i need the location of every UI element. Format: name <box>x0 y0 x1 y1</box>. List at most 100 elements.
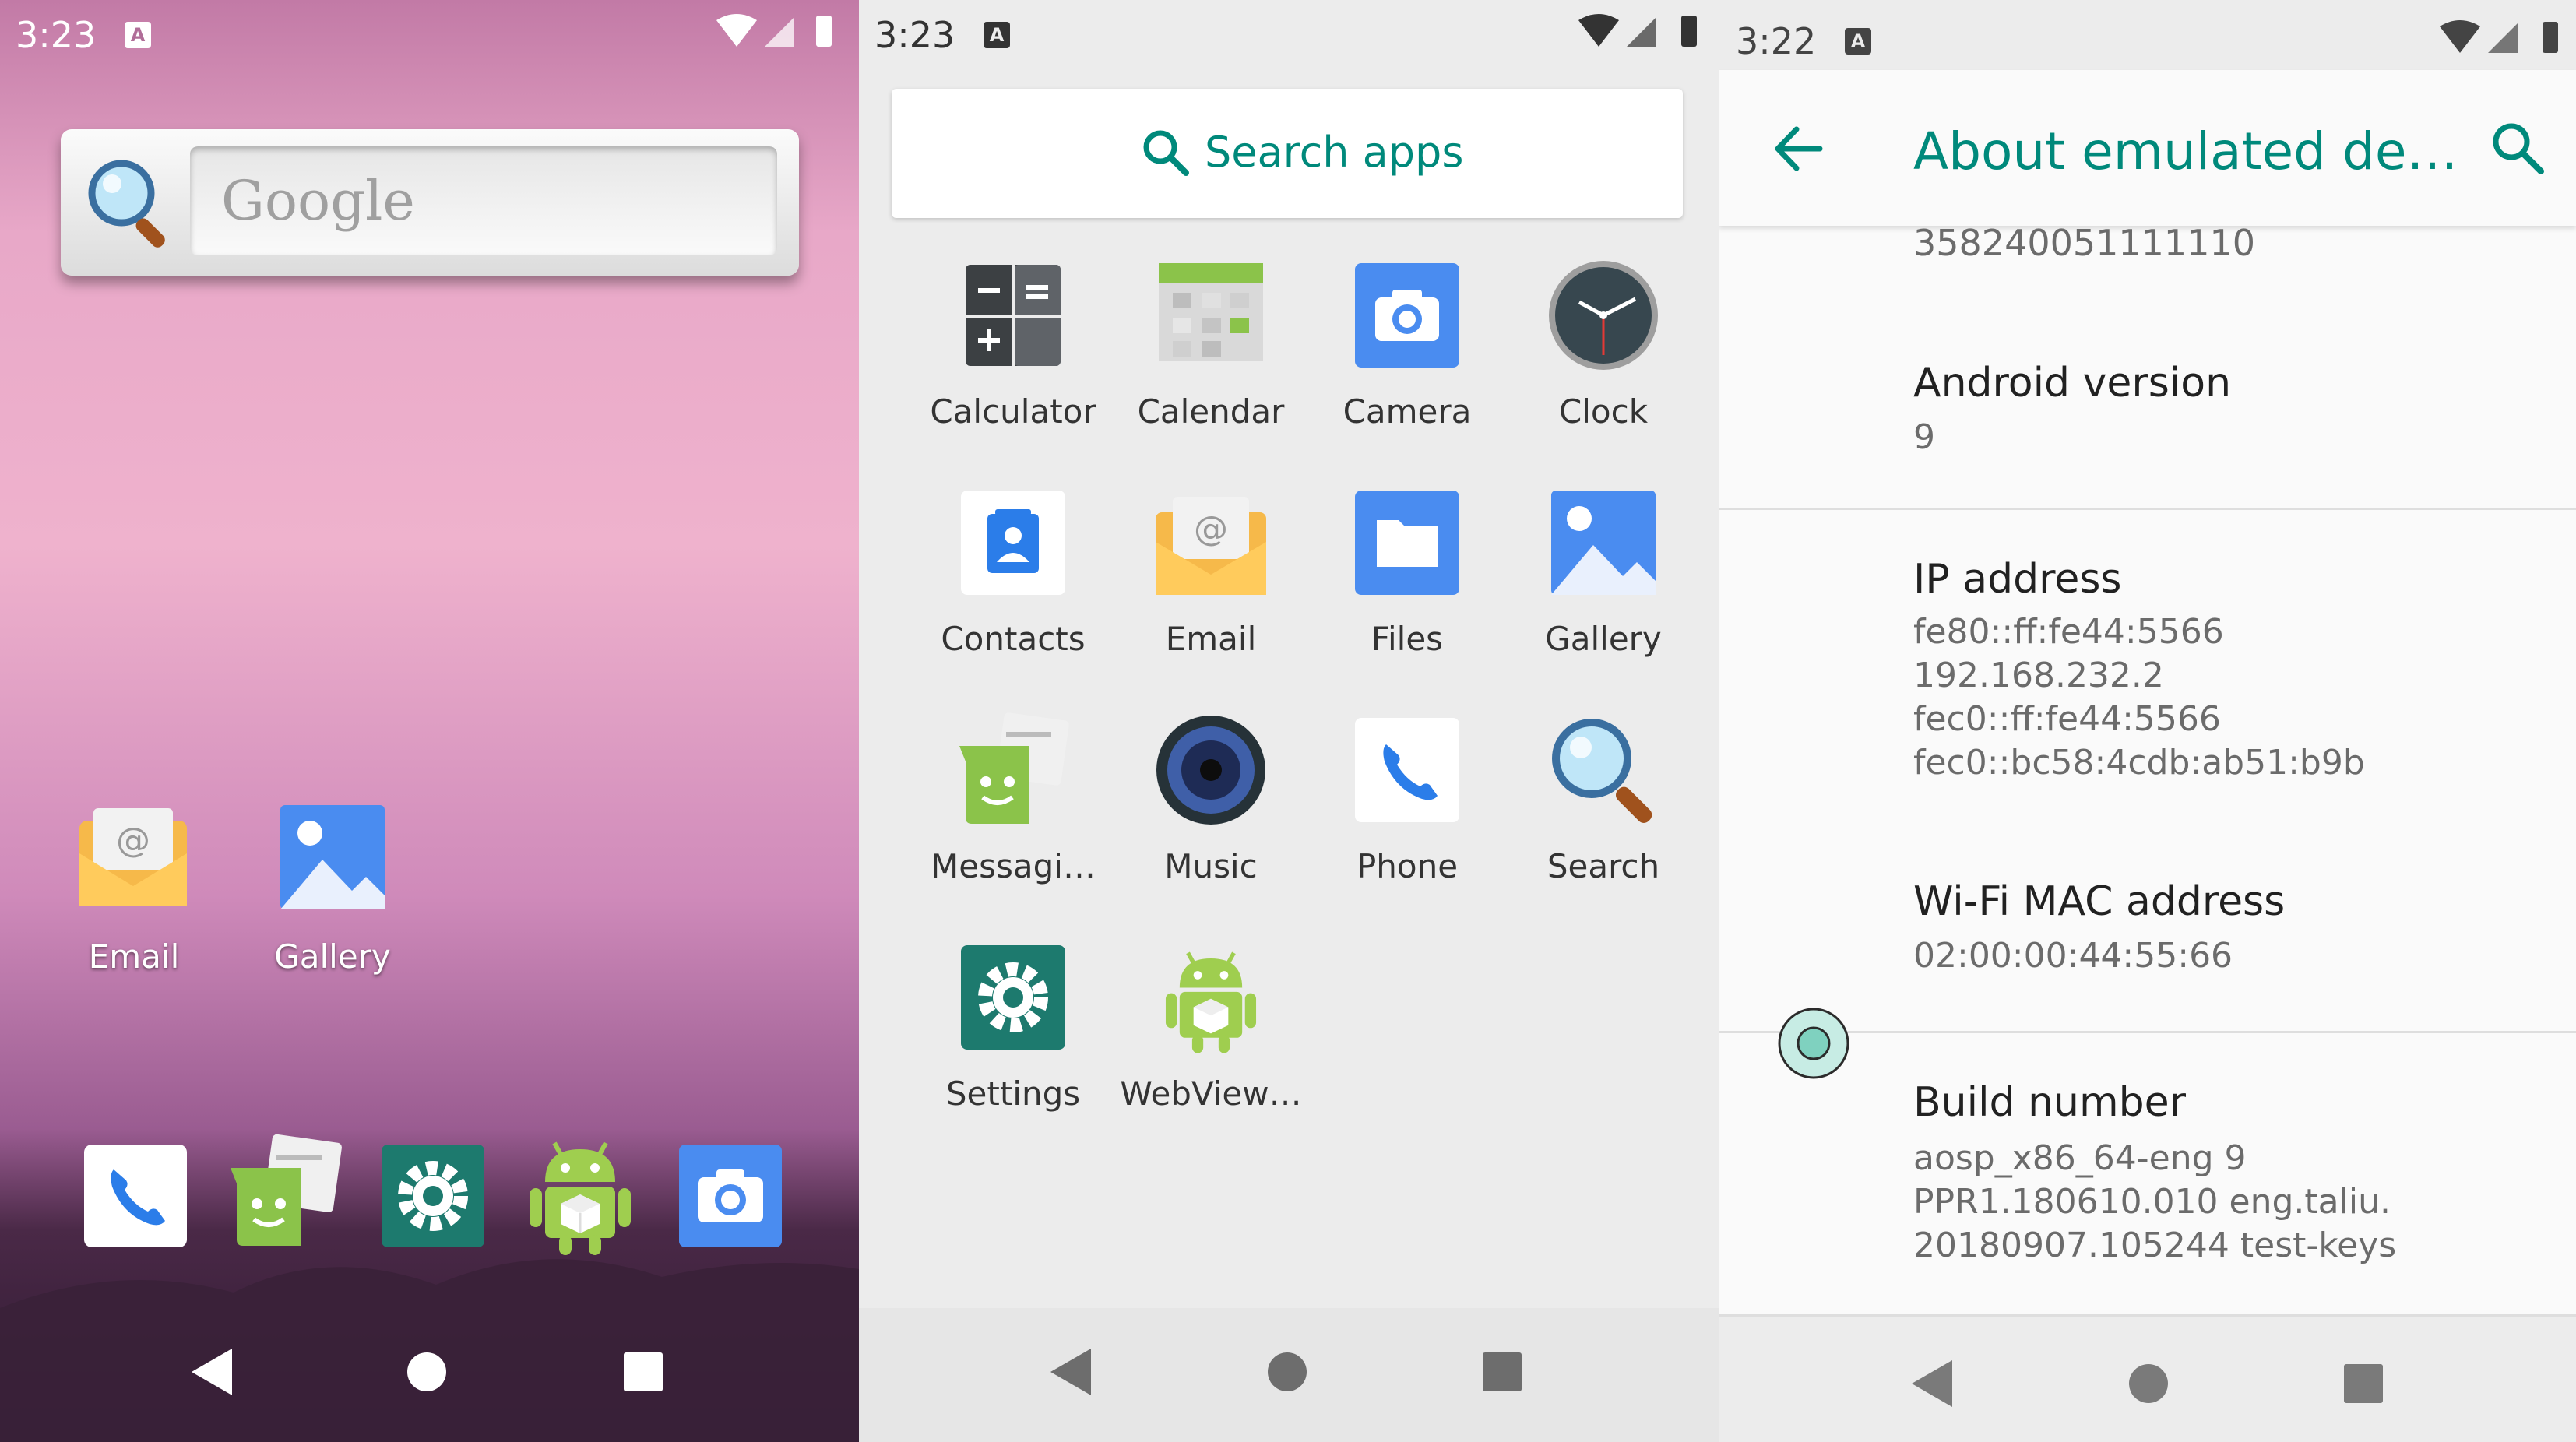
pref-android-version[interactable]: Android version 9 <box>1719 311 2576 506</box>
notification-icon: A <box>984 22 1010 48</box>
app-phone[interactable]: Phone <box>1309 712 1505 939</box>
status-time: 3:23 <box>16 14 97 56</box>
app-clock[interactable]: Clock <box>1505 257 1701 484</box>
battery-icon <box>2543 22 2558 53</box>
notification-icon: A <box>125 22 151 48</box>
email-icon: @ <box>1156 497 1266 595</box>
app-label: Files <box>1371 620 1444 658</box>
status-icons <box>1578 14 1697 47</box>
wifi-icon <box>1578 14 1619 47</box>
signal-icon <box>2488 23 2518 53</box>
settings-icon <box>961 945 1065 1050</box>
pref-title: IP address <box>1913 556 2122 603</box>
recents-button[interactable] <box>1482 1352 1522 1392</box>
search-icon <box>1552 719 1652 823</box>
nav-bar <box>859 1308 1719 1442</box>
signal-icon <box>1627 17 1656 47</box>
app-label: Phone <box>1356 847 1459 885</box>
music-icon <box>1156 716 1265 825</box>
app-label: Camera <box>1343 392 1472 431</box>
app-music[interactable]: Music <box>1113 712 1309 939</box>
status-bar: 3:23 A <box>859 0 1719 70</box>
app-messaging[interactable]: Messagi… <box>915 712 1111 939</box>
files-icon <box>1355 491 1459 595</box>
app-webview[interactable]: WebView… <box>1113 939 1309 1166</box>
home-app-gallery[interactable] <box>274 799 391 916</box>
divider <box>1719 508 2576 510</box>
pref-wifi-mac[interactable]: Wi-Fi MAC address 02:00:00:44:55:66 <box>1719 856 2576 1028</box>
signal-icon <box>765 17 794 47</box>
app-calendar[interactable]: Calendar <box>1113 257 1309 484</box>
pref-value: 02:00:00:44:55:66 <box>1913 934 2233 978</box>
home-app-email-label: Email <box>88 937 180 976</box>
email-icon: @ <box>79 808 187 906</box>
search-icon <box>1143 130 1189 176</box>
pref-build-number[interactable]: Build number aosp_x86_64-eng 9 PPR1.1806… <box>1719 1036 2576 1308</box>
app-contacts[interactable]: Contacts <box>915 484 1111 712</box>
google-search-widget[interactable]: Google <box>61 129 799 276</box>
calculator-icon <box>966 265 1061 366</box>
battery-icon <box>816 16 832 47</box>
wifi-icon <box>2440 20 2480 53</box>
recents-button[interactable] <box>2343 1363 2384 1404</box>
app-label: WebView… <box>1120 1074 1302 1113</box>
app-email[interactable]: @ Email <box>1113 484 1309 712</box>
app-files[interactable]: Files <box>1309 484 1505 712</box>
app-bar: About emulated de… <box>1719 70 2576 226</box>
app-camera[interactable]: Camera <box>1309 257 1505 484</box>
calendar-icon <box>1159 263 1263 361</box>
back-button[interactable] <box>1910 1359 1954 1409</box>
camera-icon <box>1355 263 1459 368</box>
back-button[interactable] <box>190 1347 234 1397</box>
app-calculator[interactable]: Calculator <box>915 257 1111 484</box>
value-line: PPR1.180610.010 eng.taliu. <box>1913 1182 2391 1222</box>
gallery-icon <box>280 805 385 909</box>
status-time: 3:23 <box>875 14 955 56</box>
back-arrow-icon[interactable] <box>1770 121 1825 176</box>
search-apps-bar[interactable]: Search apps <box>892 89 1683 218</box>
pref-ip-address[interactable]: IP address fe80::ff:fe44:5566 192.168.23… <box>1719 511 2576 799</box>
app-label: Calendar <box>1137 392 1285 431</box>
svg-text:@: @ <box>1194 509 1228 549</box>
app-search[interactable]: Search <box>1505 712 1701 939</box>
status-bar: 3:22 A <box>1719 0 2576 72</box>
home-button[interactable] <box>1267 1352 1307 1392</box>
gallery-icon <box>1551 491 1656 595</box>
home-app-email[interactable]: @ <box>75 799 192 916</box>
app-label: Search <box>1547 847 1660 885</box>
app-label: Clock <box>1558 392 1649 431</box>
pref-title: Build number <box>1913 1079 2187 1126</box>
app-settings[interactable]: Settings <box>915 939 1111 1166</box>
status-bar: 3:23 A <box>0 0 859 70</box>
about-device-screen: 3:22 A About emulated de… 35824005111111… <box>1719 0 2576 1442</box>
page-title: About emulated de… <box>1913 121 2458 181</box>
google-search-input[interactable]: Google <box>190 146 777 255</box>
nav-bar <box>0 1308 859 1442</box>
recents-button[interactable] <box>623 1352 663 1392</box>
home-screen: 3:23 A Google @ Email Gallery <box>0 0 859 1442</box>
partial-value: 358240051111110 <box>1913 222 2255 264</box>
app-label: Calculator <box>930 392 1096 431</box>
nav-bar <box>1719 1314 2576 1442</box>
app-drawer: 3:23 A Search apps Calculator Calendar C… <box>859 0 1719 1442</box>
home-button[interactable] <box>406 1352 447 1392</box>
svg-text:@: @ <box>116 821 150 860</box>
app-label: Music <box>1164 847 1258 885</box>
pref-value: fe80::ff:fe44:5566 192.168.232.2 fec0::f… <box>1913 610 2365 785</box>
contacts-icon <box>961 491 1065 595</box>
battery-icon <box>1681 16 1697 47</box>
search-apps-label: Search apps <box>1205 128 1464 177</box>
status-icons <box>2440 20 2558 53</box>
app-label: Settings <box>945 1074 1081 1113</box>
messaging-icon <box>959 712 1069 824</box>
value-line: fec0::bc58:4cdb:ab51:b9b <box>1913 743 2365 783</box>
app-label: Email <box>1165 620 1257 658</box>
home-button[interactable] <box>2128 1363 2169 1404</box>
pref-value: aosp_x86_64-eng 9 PPR1.180610.010 eng.ta… <box>1913 1137 2396 1268</box>
app-gallery[interactable]: Gallery <box>1505 484 1701 712</box>
search-icon[interactable] <box>2490 120 2546 176</box>
app-label: Gallery <box>1545 620 1662 658</box>
wifi-icon <box>716 14 757 47</box>
back-button[interactable] <box>1049 1347 1093 1397</box>
status-time: 3:22 <box>1736 20 1817 62</box>
